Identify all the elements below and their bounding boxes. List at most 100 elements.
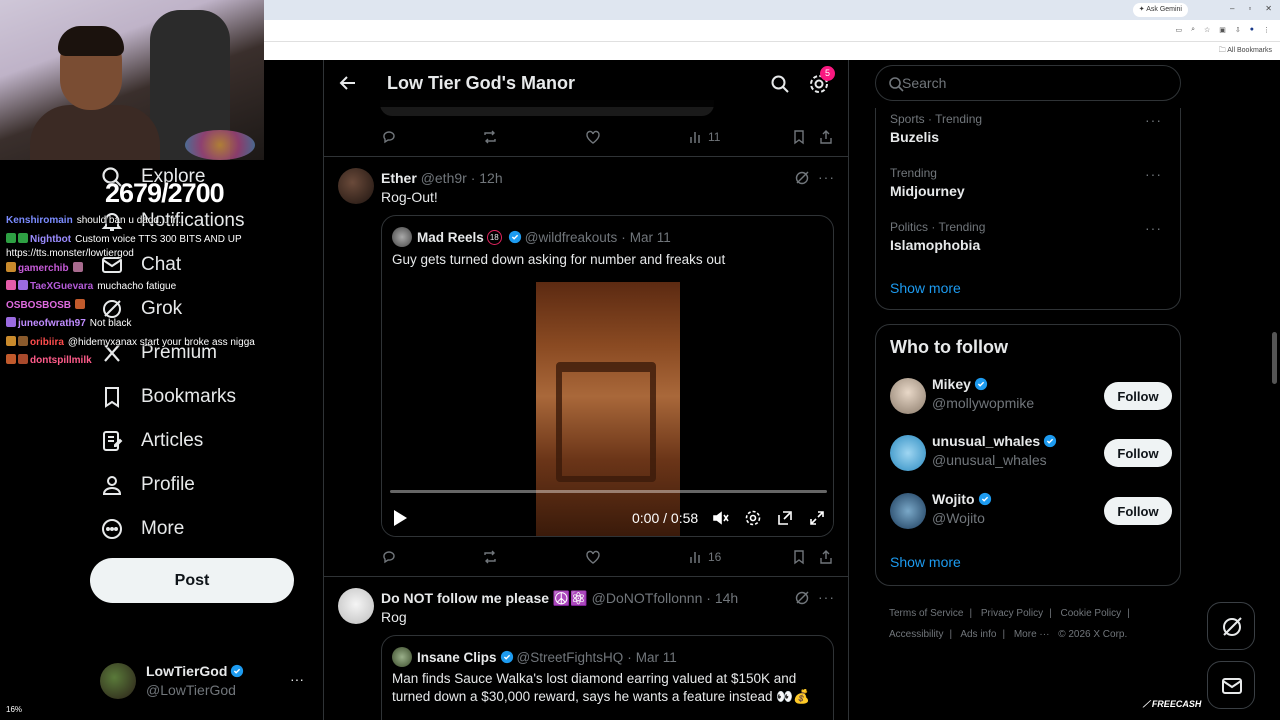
nav-articles[interactable]: Articles [90,419,310,463]
follow-suggestion[interactable]: Mikey @mollywopmike Follow [890,376,1172,416]
account-name-text: LowTierGod [146,663,228,679]
quote-date: Mar 11 [629,229,671,245]
tweet-author-handle[interactable]: @eth9r [421,170,467,186]
tweet-author-handle[interactable]: @DoNOTfollonnn [592,590,703,606]
verified-badge-icon [974,377,988,391]
chat-badge-icon [6,280,16,290]
trend-more-icon[interactable]: ··· [1145,220,1162,236]
nav-profile[interactable]: Profile [90,463,310,507]
video-player[interactable]: 0:00 / 0:58 [382,282,833,536]
trend-item[interactable]: Sports · Trending Buzelis ··· [890,112,1170,145]
all-bookmarks-folder[interactable]: 🗀 All Bookmarks [1219,46,1272,57]
star-icon[interactable]: ☆ [1204,26,1210,34]
address-bar[interactable]: ▭ ⌕ ☆ ▣ ⇩ ● ⋮ [264,20,1280,42]
search-input[interactable] [902,68,1162,98]
grok-float-button[interactable] [1207,602,1255,650]
repost-icon [484,130,496,144]
tweet[interactable]: Do NOT follow me please ☮️⚛️ @DoNOTfollo… [324,576,848,720]
grok-icon[interactable] [794,590,810,606]
close-window-button[interactable]: ✕ [1265,4,1272,13]
nav-more[interactable]: More [90,507,310,551]
repost-button[interactable] [482,129,498,145]
reply-button[interactable] [381,129,397,145]
tweet-author-name[interactable]: Ether [381,170,417,186]
volume-icon[interactable] [712,509,730,527]
footer-link[interactable]: Cookie Policy [1061,608,1122,619]
fullscreen-icon[interactable] [808,509,826,527]
footer-link[interactable]: Ads info [960,629,996,640]
search-box[interactable] [875,65,1181,101]
tweet-time[interactable]: 14h [715,590,738,606]
video-settings-gear-icon[interactable] [744,509,762,527]
tweet-more-icon[interactable]: ··· [818,589,835,605]
page-scrollbar[interactable] [1272,332,1277,384]
share-button[interactable] [818,549,834,565]
tweet-time[interactable]: 12h [479,170,502,186]
views-button[interactable]: 16 [688,549,721,565]
follow-show-more-link[interactable]: Show more [890,554,961,570]
like-button[interactable] [585,129,601,145]
messages-float-button[interactable] [1207,661,1255,709]
bookmark-button[interactable] [791,549,807,565]
like-button[interactable] [585,549,601,565]
avatar[interactable] [890,435,926,471]
ask-gemini-button[interactable]: ✦ Ask Gemini [1132,3,1188,17]
nav-bookmarks[interactable]: Bookmarks [90,375,310,419]
account-switcher[interactable]: LowTierGod @LowTierGod ··· [100,661,310,701]
profile-avatar-icon[interactable]: ● [1250,26,1254,34]
footer-link[interactable]: Accessibility [889,629,943,640]
extensions-icon[interactable]: ▣ [1219,26,1226,34]
views-button[interactable]: 11 [688,129,720,145]
browser-chrome: ✦ Ask Gemini – ▫ ✕ ▭ ⌕ ☆ ▣ ⇩ ● ⋮ 🗀 All B… [264,0,1280,60]
trend-more-icon[interactable]: ··· [1145,112,1162,128]
share-icon [820,130,832,144]
avatar[interactable] [338,168,374,204]
follow-button[interactable]: Follow [1104,497,1172,525]
tweet[interactable]: Ether @eth9r · 12h ··· Rog-Out! Mad Reel… [324,156,848,576]
picture-in-picture-icon[interactable] [776,509,794,527]
footer-link[interactable]: Terms of Service [889,608,963,619]
zoom-icon[interactable]: ⌕ [1191,26,1195,34]
avatar[interactable] [338,588,374,624]
share-button[interactable] [818,129,834,145]
follow-button[interactable]: Follow [1104,382,1172,410]
footer-link[interactable]: Privacy Policy [981,608,1043,619]
minimize-button[interactable]: – [1230,4,1234,13]
grok-icon[interactable] [794,170,810,186]
bookmark-button[interactable] [791,129,807,145]
who-to-follow-title: Who to follow [890,337,1008,357]
repost-button[interactable] [482,549,498,565]
community-header: Low Tier God's Manor 5 [324,60,848,107]
menu-kebab-icon[interactable]: ⋮ [1263,26,1270,34]
reply-button[interactable] [381,549,397,565]
back-arrow-icon[interactable] [338,73,358,93]
account-more-icon[interactable]: ··· [290,671,304,687]
cast-icon[interactable]: ▭ [1175,26,1182,34]
suggestion-handle: @Wojito [932,510,985,526]
dot-separator: · [621,229,626,245]
tweet-text: Rog [381,609,407,625]
video-progress-bar[interactable] [390,490,827,493]
quote-author-name: Mad Reels [417,229,484,245]
tweet-author-name[interactable]: Do NOT follow me please ☮️⚛️ [381,590,588,606]
chat-username: gamerchib [18,262,69,274]
avatar[interactable] [890,493,926,529]
maximize-button[interactable]: ▫ [1248,4,1251,13]
views-count: 11 [708,130,721,144]
tweet-more-icon[interactable]: ··· [818,169,835,185]
download-icon[interactable]: ⇩ [1235,26,1241,34]
post-button[interactable]: Post [90,558,294,603]
follow-button[interactable]: Follow [1104,439,1172,467]
footer-link[interactable]: More ··· [1014,629,1050,640]
trend-item[interactable]: Trending Midjourney ··· [890,166,1170,199]
trends-show-more-link[interactable]: Show more [890,280,961,296]
quoted-tweet[interactable]: Insane Clips @StreetFightsHQ · Mar 11 Ma… [381,635,834,720]
follow-suggestion[interactable]: Wojito @Wojito Follow [890,491,1172,531]
trend-more-icon[interactable]: ··· [1145,166,1162,182]
play-icon[interactable] [392,509,408,527]
follow-suggestion[interactable]: unusual_whales @unusual_whales Follow [890,433,1172,473]
quoted-tweet[interactable]: Mad Reels 18 @wildfreakouts · Mar 11 Guy… [381,215,834,537]
trend-item[interactable]: Politics · Trending Islamophobia ··· [890,220,1170,253]
search-icon[interactable] [770,74,790,94]
avatar[interactable] [890,378,926,414]
